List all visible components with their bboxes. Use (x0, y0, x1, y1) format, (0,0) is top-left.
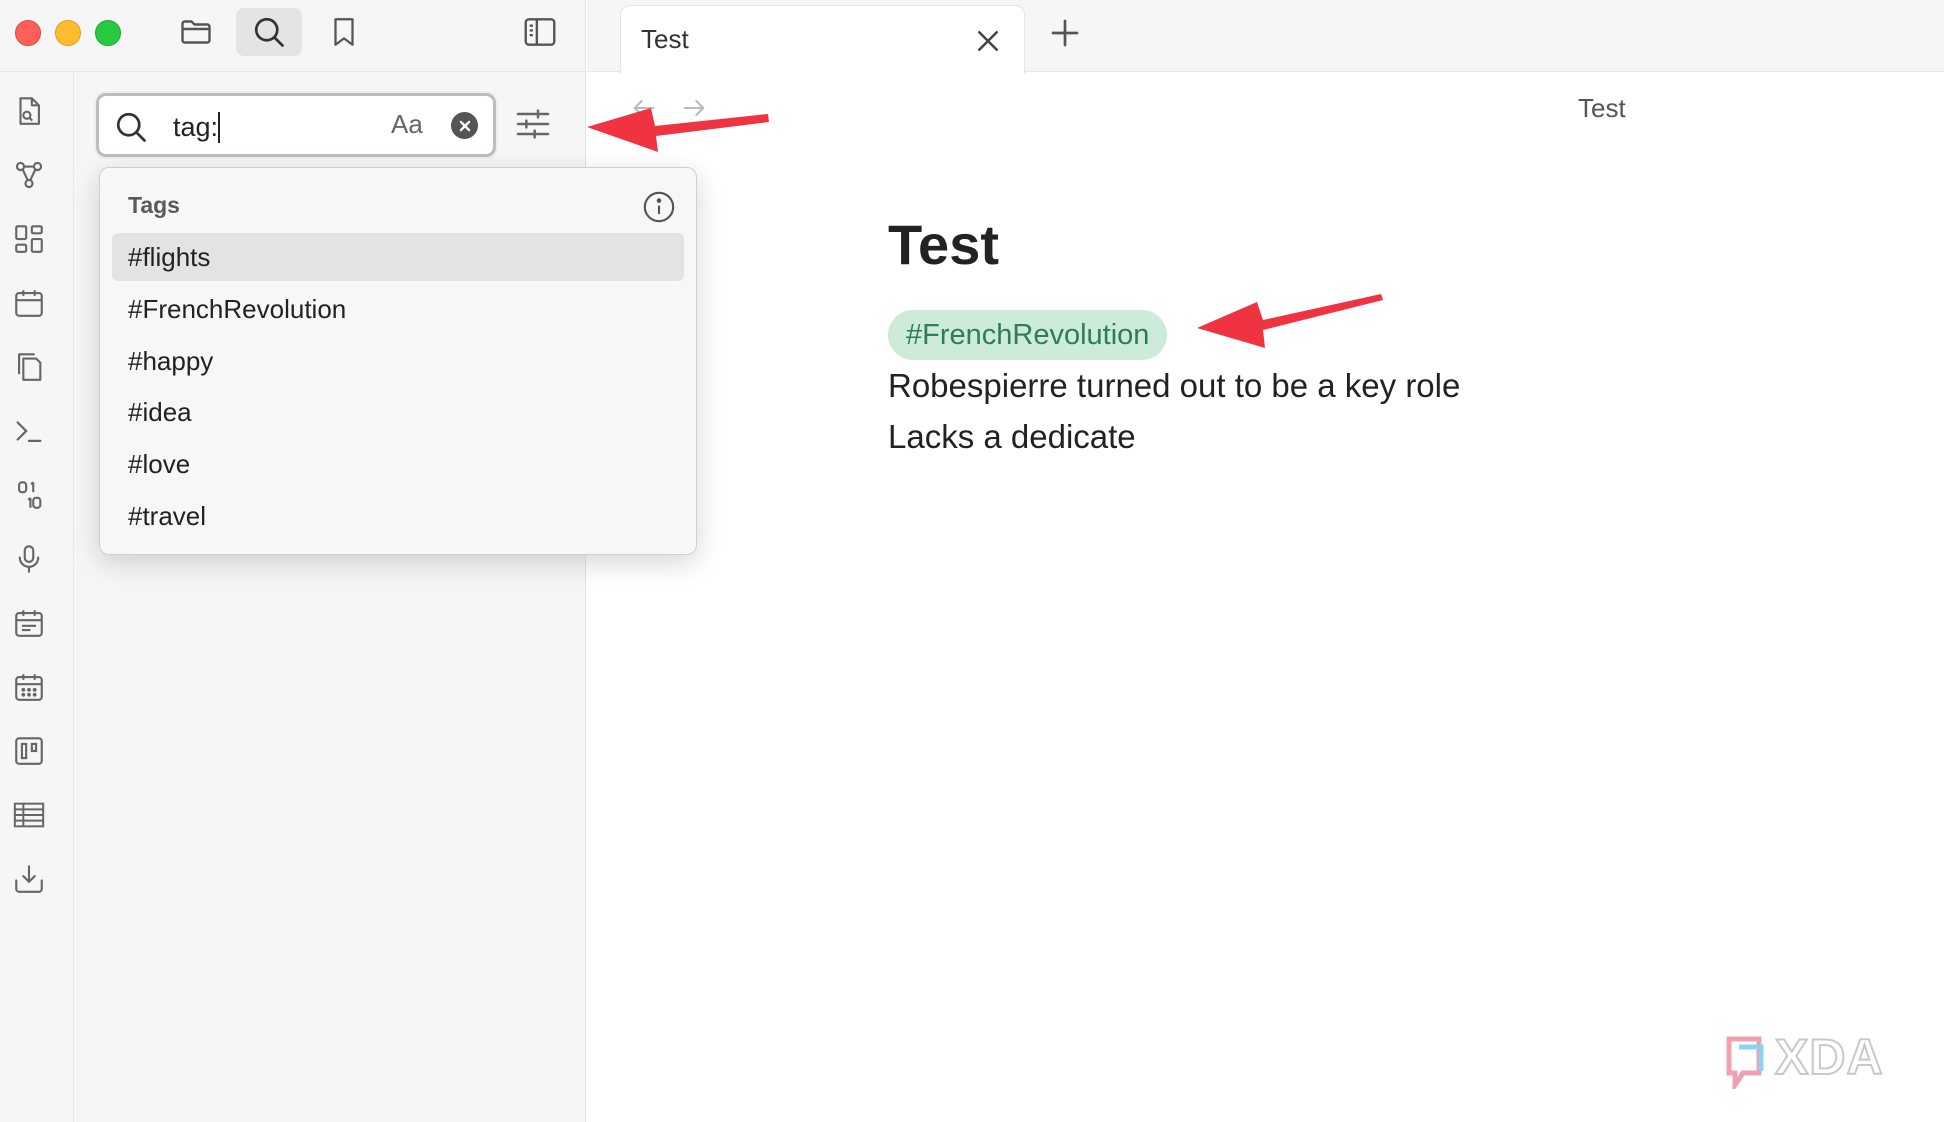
sidebar-toggle-icon (524, 18, 556, 46)
files-tab-button[interactable] (163, 8, 229, 56)
search-tab-button[interactable] (236, 8, 302, 56)
bookmark-icon (334, 18, 354, 46)
quick-switcher-icon (19, 97, 40, 125)
clear-search-button[interactable] (451, 112, 478, 139)
search-icon (254, 17, 284, 47)
table-button[interactable] (12, 798, 46, 832)
import-button[interactable] (12, 862, 46, 896)
command-palette-button[interactable] (12, 414, 46, 448)
search-field[interactable]: Aa (96, 93, 496, 157)
view-header-title: Test (1578, 93, 1626, 123)
note-text-line: Lacks a dedicate (888, 418, 1136, 455)
annotation-arrow-icon (587, 108, 769, 152)
daily-note-icon (15, 290, 43, 317)
ribbon (0, 72, 74, 1122)
tab-title: Test (641, 24, 689, 54)
tab-bar: Test (587, 0, 1944, 74)
tab-test[interactable]: Test (620, 5, 1025, 74)
command-palette-icon (16, 421, 42, 443)
zoom-window-button[interactable] (95, 20, 121, 46)
calendar-button[interactable] (12, 606, 46, 640)
tag-suggestion-item[interactable]: #FrenchRevolution (112, 285, 684, 333)
daily-note-button[interactable] (12, 286, 46, 320)
graph-view-button[interactable] (12, 158, 46, 192)
kanban-icon (15, 737, 43, 765)
table-icon (13, 802, 45, 828)
dropdown-header: Tags (128, 192, 180, 218)
folder-icon (181, 20, 211, 44)
calendar-grid-button[interactable] (12, 670, 46, 704)
note-title: Test (888, 213, 999, 276)
match-case-toggle[interactable]: Aa (391, 109, 423, 140)
tag-suggestion-item[interactable]: #flights (112, 233, 684, 281)
tag-suggestion-item[interactable]: #travel (112, 492, 684, 540)
info-icon[interactable] (642, 190, 676, 224)
annotation-arrow-icon (1197, 294, 1383, 348)
canvas-icon (15, 225, 43, 253)
tag-suggestion-item[interactable]: #idea (112, 388, 684, 436)
tag-suggestion-item[interactable]: #love (112, 440, 684, 488)
bookmarks-tab-button[interactable] (311, 8, 377, 56)
audio-recorder-icon (18, 545, 40, 573)
note-text-line: Robespierre turned out to be a key role (888, 367, 1461, 404)
search-settings-icon[interactable] (513, 104, 553, 144)
random-note-button[interactable] (12, 478, 46, 512)
text-caret (218, 112, 220, 143)
tag-suggestion-item[interactable]: #happy (112, 337, 684, 385)
templates-button[interactable] (12, 350, 46, 384)
templates-icon (18, 353, 42, 381)
close-icon (459, 120, 470, 131)
close-window-button[interactable] (15, 20, 41, 46)
quick-switcher-button[interactable] (12, 94, 46, 128)
minimize-window-button[interactable] (55, 20, 81, 46)
search-input[interactable] (171, 106, 365, 148)
kanban-button[interactable] (12, 734, 46, 768)
close-icon[interactable] (973, 26, 1003, 56)
search-icon (116, 112, 146, 142)
import-icon (15, 865, 43, 893)
audio-recorder-button[interactable] (12, 542, 46, 576)
canvas-button[interactable] (12, 222, 46, 256)
tag-link[interactable]: #FrenchRevolution (888, 310, 1168, 360)
left-titlebar (0, 0, 585, 72)
sidebar-toggle-button[interactable] (507, 8, 573, 56)
calendar-icon (15, 610, 43, 637)
plus-icon[interactable] (1047, 15, 1083, 51)
tag-suggestions-dropdown: Tags #flights #FrenchRevolution #happy #… (99, 167, 697, 555)
random-note-icon (18, 481, 42, 509)
xda-logo-icon (1726, 1036, 1764, 1094)
watermark-text: XDA (1774, 1028, 1884, 1086)
calendar-grid-icon (15, 674, 43, 701)
graph-view-icon (15, 161, 43, 189)
watermark-logo: XDA (1725, 1028, 1884, 1094)
